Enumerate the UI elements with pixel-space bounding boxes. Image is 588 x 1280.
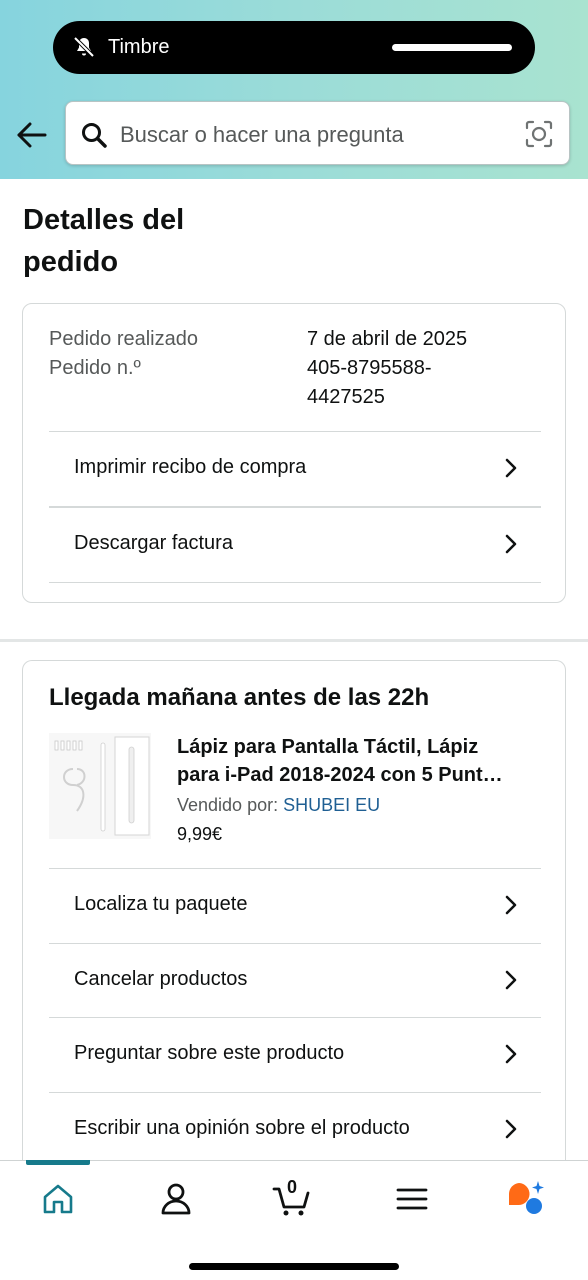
product-price: 9,99€ bbox=[177, 824, 223, 844]
write-review-label: Escribir una opinión sobre el producto bbox=[74, 1117, 410, 1139]
order-number-value: 405-8795588-4427525 bbox=[307, 357, 432, 408]
search-input[interactable]: Buscar o hacer una pregunta bbox=[65, 101, 570, 165]
account-icon[interactable] bbox=[156, 1179, 196, 1219]
chevron-right-icon bbox=[505, 1119, 517, 1139]
page-title: Detalles del pedido bbox=[23, 204, 185, 278]
write-review-row[interactable]: Escribir una opinión sobre el producto bbox=[49, 1092, 541, 1167]
header: Timbre Buscar o hacer una pregunta bbox=[0, 0, 588, 179]
product-title-link[interactable]: Lápiz para Pantalla Táctil, Lápiz para i… bbox=[177, 733, 545, 789]
track-package-row[interactable]: Localiza tu paquete bbox=[49, 868, 541, 943]
home-icon[interactable] bbox=[38, 1179, 78, 1219]
order-number-label: Pedido n.º bbox=[49, 357, 141, 379]
order-date-value: 7 de abril de 2025 bbox=[307, 328, 468, 350]
section-divider bbox=[0, 639, 588, 642]
notification-pill[interactable]: Timbre bbox=[53, 21, 535, 74]
active-tab-indicator bbox=[26, 1160, 90, 1165]
print-receipt-row[interactable]: Imprimir recibo de compra bbox=[49, 431, 541, 506]
camera-scan-icon[interactable] bbox=[524, 119, 554, 149]
menu-icon[interactable] bbox=[392, 1179, 432, 1219]
track-package-label: Localiza tu paquete bbox=[74, 893, 248, 915]
cart-tab[interactable]: 0 bbox=[272, 1177, 312, 1219]
shipment-card: Llegada mañana antes de las 22h Lápiz pa… bbox=[22, 660, 566, 1180]
cancel-products-row[interactable]: Cancelar productos bbox=[49, 943, 541, 1018]
sold-by: Vendido por: SHUBEI EU bbox=[177, 793, 380, 817]
order-date-label: Pedido realizado bbox=[49, 328, 198, 350]
order-info-card: Pedido realizado 7 de abril de 2025 Pedi… bbox=[22, 303, 566, 603]
assistant-icon[interactable] bbox=[506, 1179, 546, 1219]
download-invoice-row[interactable]: Descargar factura bbox=[49, 506, 541, 581]
chevron-right-icon bbox=[505, 458, 517, 478]
notification-handle bbox=[392, 44, 512, 51]
print-receipt-label: Imprimir recibo de compra bbox=[74, 456, 307, 478]
row-divider bbox=[49, 582, 541, 583]
search-placeholder: Buscar o hacer una pregunta bbox=[120, 122, 404, 147]
chevron-right-icon bbox=[505, 895, 517, 915]
chevron-right-icon bbox=[505, 534, 517, 554]
back-arrow-icon[interactable] bbox=[15, 118, 49, 152]
download-invoice-label: Descargar factura bbox=[74, 532, 233, 554]
product-image[interactable] bbox=[49, 733, 151, 839]
bell-slash-icon bbox=[73, 36, 95, 58]
notification-label: Timbre bbox=[108, 36, 170, 58]
product-title-line: para i-Pad 2018-2024 con 5 Punt… bbox=[177, 764, 503, 786]
chevron-right-icon bbox=[505, 1044, 517, 1064]
seller-link[interactable]: SHUBEI EU bbox=[283, 795, 380, 815]
cancel-products-label: Cancelar productos bbox=[74, 968, 248, 990]
ask-product-label: Preguntar sobre este producto bbox=[74, 1042, 345, 1064]
chevron-right-icon bbox=[505, 970, 517, 990]
bottom-tab-bar: 0 bbox=[0, 1160, 588, 1280]
sold-by-label: Vendido por: bbox=[177, 795, 279, 815]
search-icon bbox=[82, 123, 107, 148]
home-indicator bbox=[189, 1263, 399, 1270]
product-title-line: Lápiz para Pantalla Táctil, Lápiz bbox=[177, 736, 479, 758]
cart-count: 0 bbox=[287, 1177, 298, 1197]
delivery-heading: Llegada mañana antes de las 22h bbox=[49, 684, 430, 711]
ask-product-row[interactable]: Preguntar sobre este producto bbox=[49, 1017, 541, 1092]
